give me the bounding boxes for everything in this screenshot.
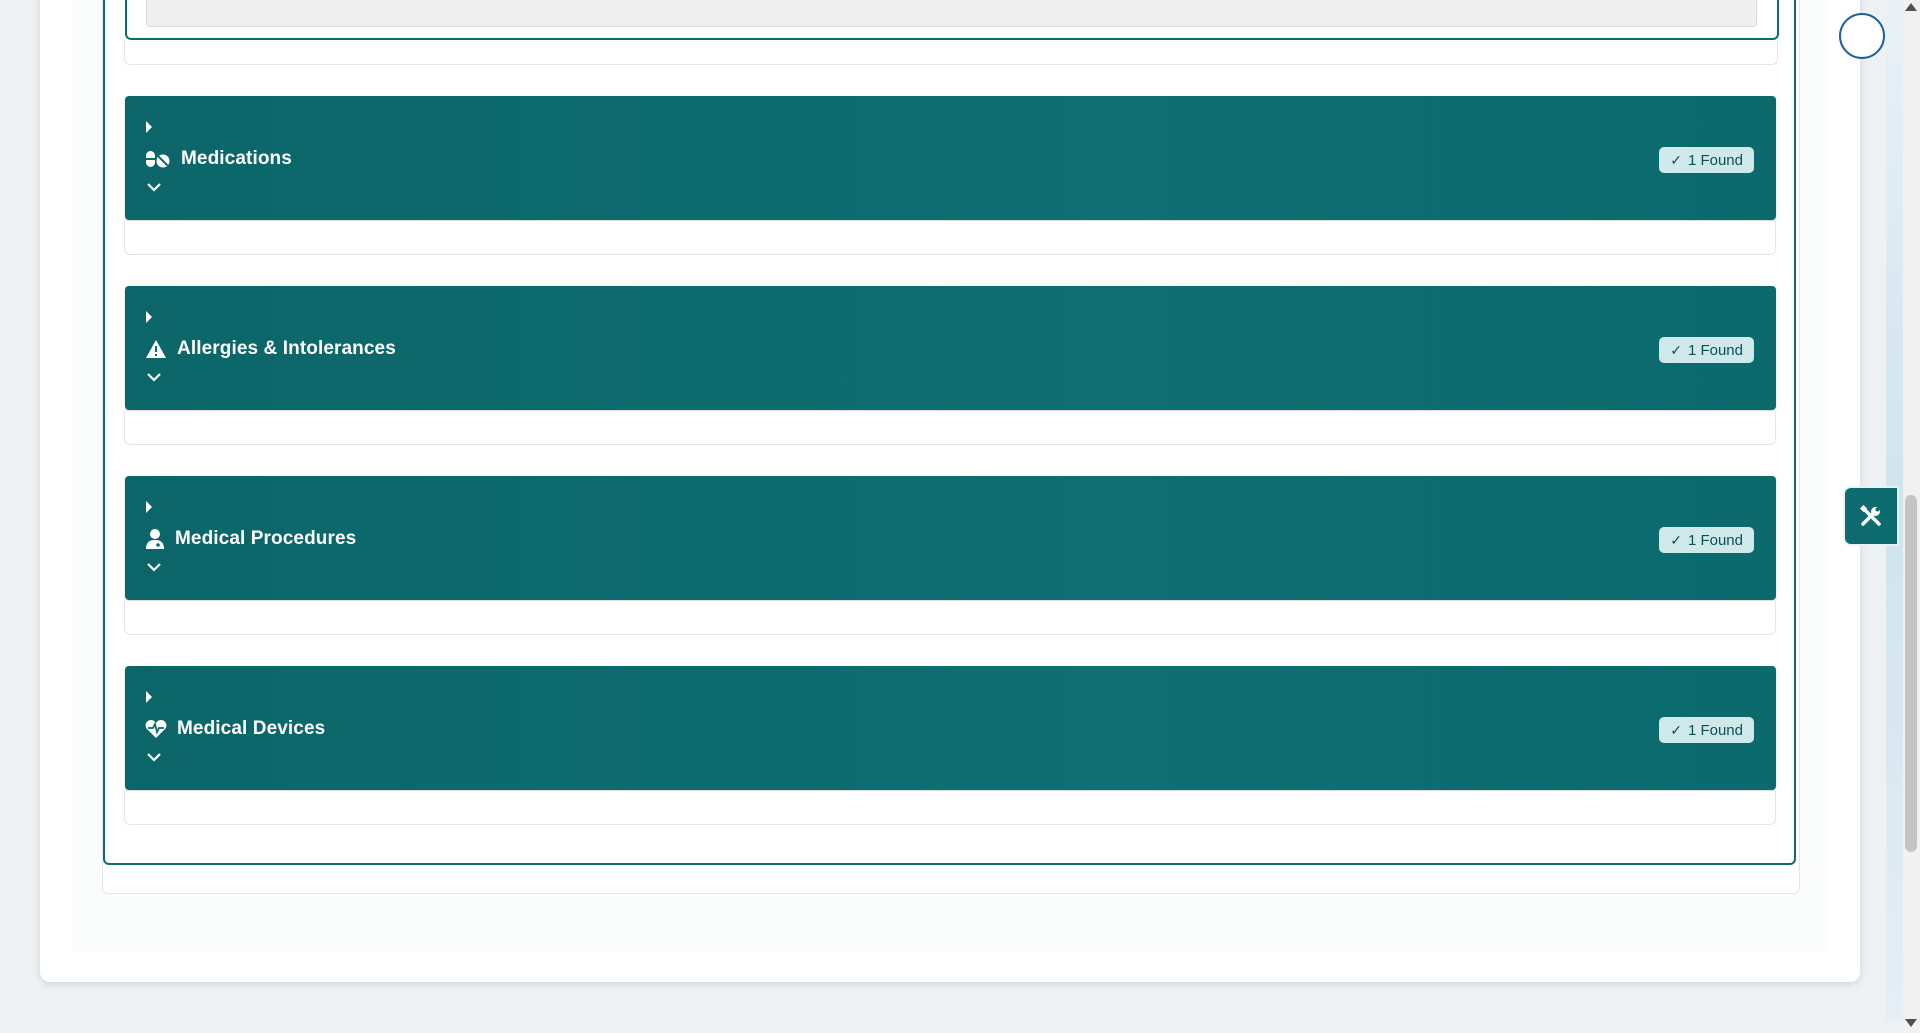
accordion-title: Allergies & Intolerances: [177, 338, 396, 359]
scrollbar-thumb[interactable]: [1905, 495, 1917, 852]
check-icon: ✓: [1670, 531, 1682, 548]
chevron-down-icon: [147, 373, 161, 382]
accordion-title-row: Medical Devices: [145, 714, 325, 744]
accordion-allergies[interactable]: Allergies & Intolerances ✓ 1 Found: [125, 286, 1776, 410]
top-panel-content: [146, 0, 1757, 27]
scroll-up-arrow-icon[interactable]: [1905, 3, 1917, 11]
accordion-medical-devices[interactable]: Medical Devices ✓ 1 Found: [125, 666, 1776, 790]
accordion-medications[interactable]: Medications ✓ 1 Found: [125, 96, 1776, 220]
chevron-down-icon: [147, 183, 161, 192]
caret-right-icon: [146, 311, 152, 323]
tools-icon: [1859, 504, 1881, 526]
card-footer: [124, 221, 1776, 255]
found-badge-label: 1 Found: [1687, 721, 1743, 739]
found-badge: ✓ 1 Found: [1659, 147, 1754, 173]
accordion-title-row: Medical Procedures: [145, 524, 356, 554]
card-footer: [124, 411, 1776, 445]
found-badge-label: 1 Found: [1687, 151, 1743, 169]
chevron-down-icon: [147, 563, 161, 572]
scroll-down-arrow-icon[interactable]: [1905, 1019, 1917, 1027]
found-badge: ✓ 1 Found: [1659, 527, 1754, 553]
tools-button[interactable]: [1843, 486, 1899, 546]
pills-icon: [146, 151, 170, 168]
found-badge-label: 1 Found: [1687, 531, 1743, 549]
accordion-title-row: Allergies & Intolerances: [145, 334, 396, 364]
floating-circle-button[interactable]: [1839, 13, 1885, 59]
chevron-down-icon: [147, 753, 161, 762]
found-badge: ✓ 1 Found: [1659, 337, 1754, 363]
found-badge-label: 1 Found: [1687, 341, 1743, 359]
accordion-medical-procedures[interactable]: Medical Procedures ✓ 1 Found: [125, 476, 1776, 600]
card-footer: [124, 791, 1776, 825]
found-badge: ✓ 1 Found: [1659, 717, 1754, 743]
warning-triangle-icon: [146, 340, 166, 358]
top-panel-footer: [124, 40, 1778, 65]
accordion-title: Medications: [181, 148, 292, 169]
check-icon: ✓: [1670, 341, 1682, 358]
accordion-title-row: Medications: [145, 144, 292, 174]
caret-right-icon: [146, 121, 152, 133]
caret-right-icon: [146, 691, 152, 703]
check-icon: ✓: [1670, 151, 1682, 168]
check-icon: ✓: [1670, 721, 1682, 738]
card-footer: [124, 601, 1776, 635]
heart-pulse-icon: [145, 720, 167, 738]
accordion-title: Medical Devices: [177, 718, 326, 739]
caret-right-icon: [146, 501, 152, 513]
accordion-title: Medical Procedures: [175, 528, 357, 549]
doctor-icon: [146, 529, 164, 549]
